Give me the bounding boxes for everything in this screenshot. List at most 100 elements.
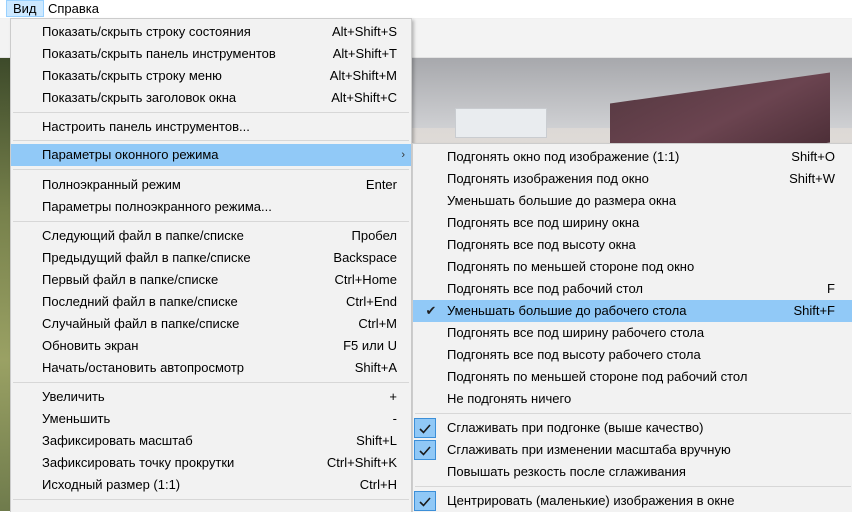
menu-item-shortcut: Пробел xyxy=(351,228,398,243)
menu-item-lock-zoom[interactable]: Зафиксировать масштаб Shift+L xyxy=(11,430,411,452)
window-mode-submenu: Подгонять окно под изображение (1:1) Shif… xyxy=(412,143,852,512)
menu-item-label: Не подгонять ничего xyxy=(447,391,572,406)
menu-item-next-file[interactable]: Следующий файл в папке/списке Пробел xyxy=(11,225,411,247)
chevron-right-icon: › xyxy=(401,149,405,161)
menu-item-label: Полноэкранный режим xyxy=(42,177,181,192)
menu-item-shortcut: Alt+Shift+C xyxy=(331,90,397,105)
menu-item-first-file[interactable]: Первый файл в папке/списке Ctrl+Home xyxy=(11,269,411,291)
menu-item-label: Показать/скрыть строку меню xyxy=(42,68,222,83)
submenu-item-fit-desktop[interactable]: Подгонять все под рабочий стол F xyxy=(413,278,852,300)
menu-item-toggle-titlebar[interactable]: Показать/скрыть заголовок окна Alt+Shift+… xyxy=(11,87,411,109)
menu-item-shortcut: Shift+L xyxy=(356,433,397,448)
menu-item-label: Подгонять окно под изображение (1:1) xyxy=(447,149,680,164)
menu-item-label: Показать/скрыть строку состояния xyxy=(42,24,251,39)
submenu-item-fit-window-to-image[interactable]: Подгонять окно под изображение (1:1) Shif… xyxy=(413,146,852,168)
menu-item-label: Подгонять по меньшей стороне под рабочий… xyxy=(447,369,748,384)
menu-item-label: Зафиксировать масштаб xyxy=(42,433,193,448)
submenu-item-no-fit[interactable]: Не подгонять ничего xyxy=(413,388,852,410)
menu-item-toggle-toolbar[interactable]: Показать/скрыть панель инструментов Alt+S… xyxy=(11,43,411,65)
menu-item-label: Исходный размер (1:1) xyxy=(42,477,181,492)
menu-item-label: Центрировать (маленькие) изображения в о… xyxy=(447,493,735,508)
menu-item-shortcut: Alt+Shift+S xyxy=(331,24,397,39)
menu-item-shortcut: + xyxy=(389,389,397,404)
menu-item-shortcut: Backspace xyxy=(333,250,397,265)
menu-item-shortcut: Ctrl+End xyxy=(346,294,397,309)
menu-item-label: Обновить экран xyxy=(42,338,139,353)
menu-item-shortcut: Ctrl+Shift+K xyxy=(326,455,397,470)
menu-item-label: Уменьшать большие до размера окна xyxy=(447,193,677,208)
menu-item-last-file[interactable]: Последний файл в папке/списке Ctrl+End xyxy=(11,291,411,313)
menu-item-shortcut: Enter xyxy=(365,177,397,192)
menu-item-zoom-in[interactable]: Увеличить + xyxy=(11,386,411,408)
menu-item-label: Подгонять все под ширину окна xyxy=(447,215,640,230)
menu-item-label: Случайный файл в папке/списке xyxy=(42,316,240,331)
menu-item-label: Повышать резкость после сглаживания xyxy=(447,464,686,479)
menu-item-toggle-menubar[interactable]: Показать/скрыть строку меню Alt+Shift+M xyxy=(11,65,411,87)
submenu-item-fit-desktop-width[interactable]: Подгонять все под ширину рабочего стола xyxy=(413,322,852,344)
menu-item-shortcut: Shift+W xyxy=(789,171,835,186)
submenu-item-fit-window-height[interactable]: Подгонять все под высоту окна xyxy=(413,234,852,256)
menu-separator xyxy=(415,486,851,487)
menu-item-prev-file[interactable]: Предыдущий файл в папке/списке Backspace xyxy=(11,247,411,269)
menu-item-label: Настроить панель инструментов... xyxy=(42,119,250,134)
menu-item-shortcut: - xyxy=(392,411,397,426)
submenu-item-fit-window-width[interactable]: Подгонять все под ширину окна xyxy=(413,212,852,234)
view-menu: Показать/скрыть строку состояния Alt+Shif… xyxy=(10,18,412,512)
menu-item-shortcut: Ctrl+H xyxy=(359,477,397,492)
submenu-item-smooth-on-manual-zoom[interactable]: Сглаживать при изменении масштаба вручну… xyxy=(413,439,852,461)
menu-help[interactable]: Справка xyxy=(42,0,105,17)
menu-bar: Вид Справка xyxy=(0,0,852,19)
menu-item-label: Уменьшить xyxy=(42,411,111,426)
menu-item-window-mode-options[interactable]: Параметры оконного режима › xyxy=(11,144,411,166)
menu-separator xyxy=(13,221,409,222)
menu-item-label: Сглаживать при подгонке (выше качество) xyxy=(447,420,704,435)
menu-item-label: Подгонять по меньшей стороне под окно xyxy=(447,259,695,274)
menu-item-refresh[interactable]: Обновить экран F5 или U xyxy=(11,335,411,357)
submenu-item-shrink-to-window[interactable]: Уменьшать большие до размера окна xyxy=(413,190,852,212)
menu-separator xyxy=(13,499,409,500)
check-icon xyxy=(414,440,436,460)
menu-item-shortcut: Shift+A xyxy=(354,360,397,375)
menu-item-label: Уменьшать большие до рабочего стола xyxy=(447,303,687,318)
menu-item-label: Подгонять изображения под окно xyxy=(447,171,649,186)
submenu-item-fit-desktop-smaller-side[interactable]: Подгонять по меньшей стороне под рабочий… xyxy=(413,366,852,388)
menu-item-label: Предыдущий файл в папке/списке xyxy=(42,250,251,265)
menu-item-label: Показать/скрыть заголовок окна xyxy=(42,90,237,105)
menu-item-label: Подгонять все под высоту окна xyxy=(447,237,636,252)
menu-item-fullscreen-options[interactable]: Параметры полноэкранного режима... xyxy=(11,196,411,218)
submenu-item-smooth-on-fit[interactable]: Сглаживать при подгонке (выше качество) xyxy=(413,417,852,439)
submenu-item-shrink-to-desktop[interactable]: ✔ Уменьшать большие до рабочего стола Shi… xyxy=(413,300,852,322)
menu-item-original-size[interactable]: Исходный размер (1:1) Ctrl+H xyxy=(11,474,411,496)
menu-item-shortcut: Ctrl+Home xyxy=(334,272,398,287)
submenu-item-center-small-images[interactable]: Центрировать (маленькие) изображения в о… xyxy=(413,490,852,512)
image-air-conditioner xyxy=(455,108,547,138)
menu-item-label: Начать/остановить автопросмотр xyxy=(42,360,245,375)
menu-item-lock-scroll[interactable]: Зафиксировать точку прокрутки Ctrl+Shift+… xyxy=(11,452,411,474)
menu-separator xyxy=(415,413,851,414)
image-left-edge xyxy=(0,58,10,511)
menu-item-shortcut: Ctrl+M xyxy=(358,316,397,331)
submenu-item-fit-window-smaller-side[interactable]: Подгонять по меньшей стороне под окно xyxy=(413,256,852,278)
menu-item-toggle-statusbar[interactable]: Показать/скрыть строку состояния Alt+Shif… xyxy=(11,21,411,43)
menu-item-label: Подгонять все под ширину рабочего стола xyxy=(447,325,705,340)
submenu-item-sharpen-after-smooth[interactable]: Повышать резкость после сглаживания xyxy=(413,461,852,483)
menu-item-customize-toolbar[interactable]: Настроить панель инструментов... xyxy=(11,116,411,138)
menu-item-label: Зафиксировать точку прокрутки xyxy=(42,455,235,470)
menu-view[interactable]: Вид xyxy=(6,0,44,17)
menu-item-random-file[interactable]: Случайный файл в папке/списке Ctrl+M xyxy=(11,313,411,335)
menu-item-label: Параметры оконного режима xyxy=(42,147,219,162)
check-icon xyxy=(414,491,436,511)
menu-item-label: Последний файл в папке/списке xyxy=(42,294,238,309)
submenu-item-fit-desktop-height[interactable]: Подгонять все под высоту рабочего стола xyxy=(413,344,852,366)
menu-item-label: Подгонять все под высоту рабочего стола xyxy=(447,347,701,362)
menu-separator xyxy=(13,140,409,141)
submenu-item-fit-images-to-window[interactable]: Подгонять изображения под окно Shift+W xyxy=(413,168,852,190)
menu-item-zoom-out[interactable]: Уменьшить - xyxy=(11,408,411,430)
menu-item-label: Сглаживать при изменении масштаба вручну… xyxy=(447,442,731,457)
menu-item-shortcut: Alt+Shift+T xyxy=(332,46,397,61)
menu-item-shortcut: Alt+Shift+M xyxy=(329,68,397,83)
check-icon: ✔ xyxy=(425,303,437,318)
menu-item-fullscreen[interactable]: Полноэкранный режим Enter xyxy=(11,174,411,196)
menu-separator xyxy=(13,382,409,383)
menu-item-slideshow[interactable]: Начать/остановить автопросмотр Shift+A xyxy=(11,357,411,379)
